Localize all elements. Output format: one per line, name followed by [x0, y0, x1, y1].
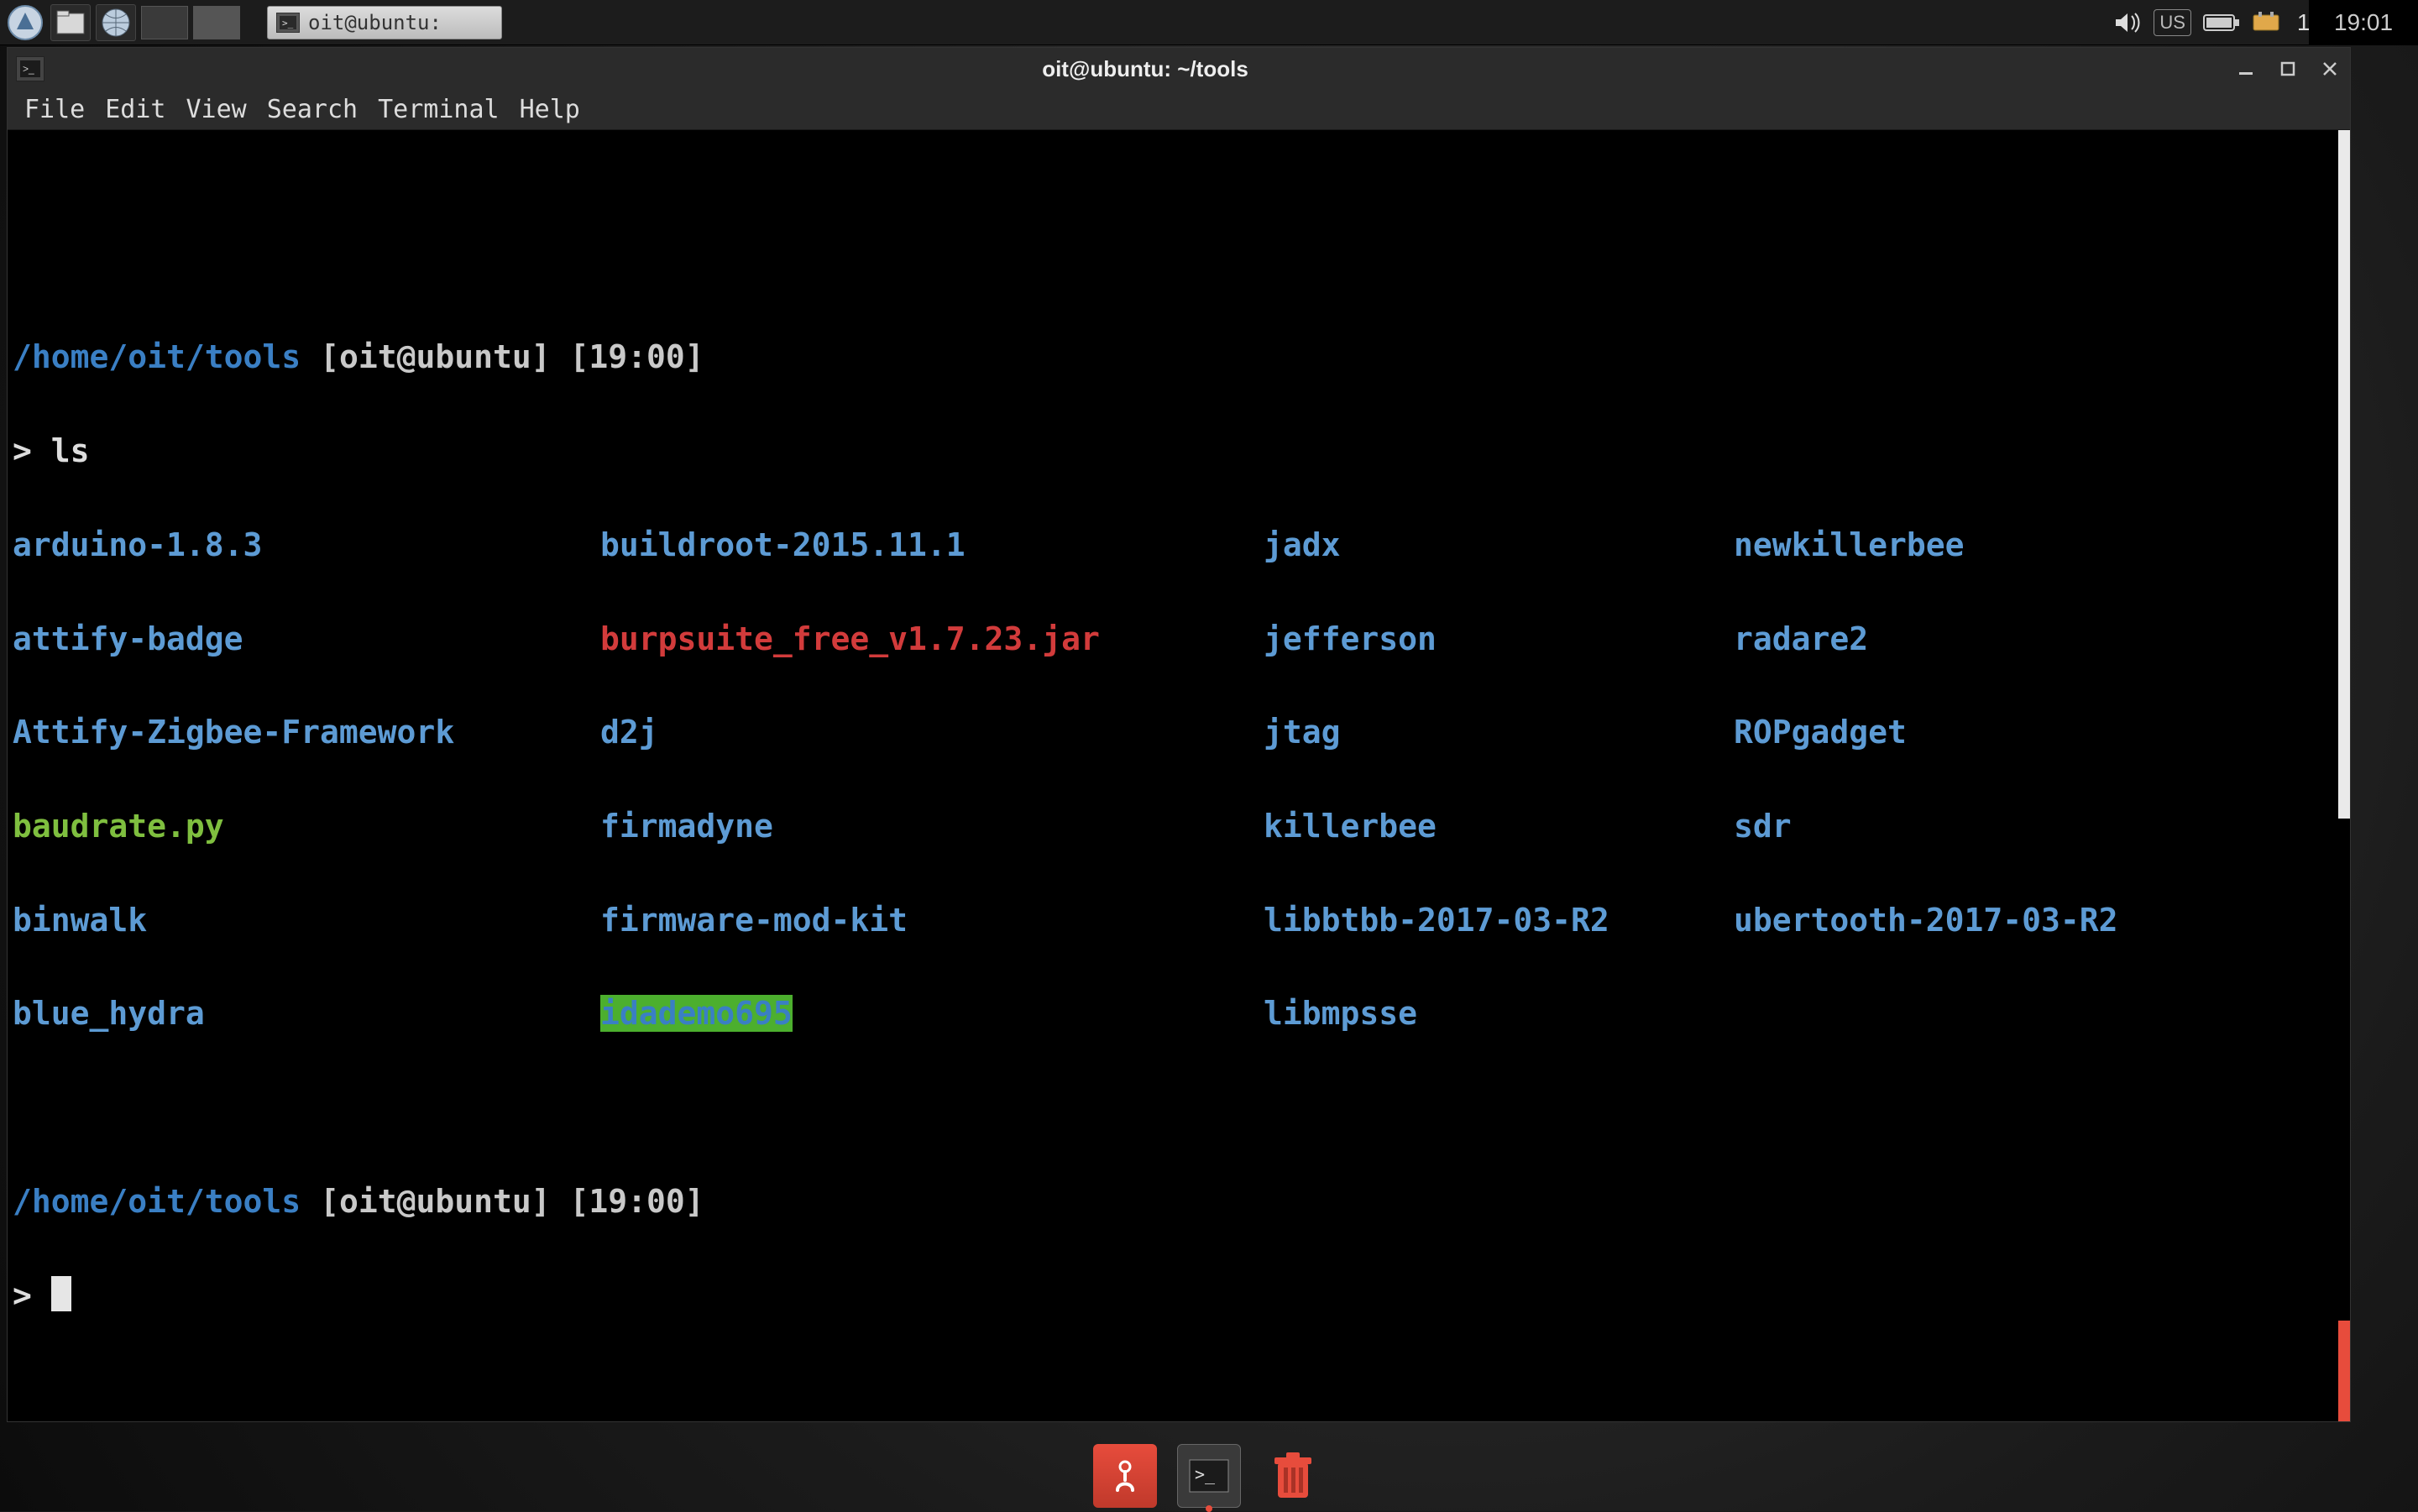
svg-text:>_: >_ [1195, 1464, 1216, 1484]
secondary-clock: 19:01 [2309, 0, 2418, 45]
taskbar-label: oit@ubuntu: [308, 11, 442, 34]
list-item: killerbee [1264, 808, 1437, 845]
list-item: buildroot-2015.11.1 [600, 526, 966, 563]
list-item: baudrate.py [13, 808, 224, 845]
prompt-time: [19:00] [570, 338, 704, 375]
prompt-host: [oit@ubuntu] [320, 1183, 551, 1220]
list-item: newkillerbee [1734, 526, 1965, 563]
prompt-path: /home/oit/tools [13, 1183, 301, 1220]
browser-icon[interactable] [96, 4, 136, 41]
list-item: jtag [1264, 714, 1341, 751]
menu-search[interactable]: Search [259, 92, 366, 128]
prompt-line-2: /home/oit/tools [oit@ubuntu] [19:00] [13, 1179, 2345, 1226]
svg-text:>_: >_ [282, 18, 294, 29]
list-item: firmware-mod-kit [600, 902, 908, 939]
menu-view[interactable]: View [178, 92, 255, 128]
prompt-time: [19:00] [570, 1183, 704, 1220]
list-item: libmpsse [1264, 995, 1417, 1032]
window-titlebar[interactable]: >_ oit@ubuntu: ~/tools [8, 48, 2350, 90]
list-item: binwalk [13, 902, 147, 939]
list-item: Attify-Zigbee-Framework [13, 714, 454, 751]
list-item: jefferson [1264, 620, 1437, 657]
volume-icon[interactable] [2113, 10, 2142, 35]
menu-help[interactable]: Help [511, 92, 589, 128]
battery-icon[interactable] [2203, 13, 2240, 33]
list-item-selected: idademo695 [600, 995, 793, 1032]
command-text: ls [51, 432, 90, 469]
list-item: burpsuite_free_v1.7.23.jar [600, 620, 1100, 657]
menu-terminal[interactable]: Terminal [369, 92, 508, 128]
workspace-2[interactable] [193, 6, 240, 39]
window-menubar: File Edit View Search Terminal Help [8, 90, 2350, 130]
taskbar-terminal-button[interactable]: >_ oit@ubuntu: [267, 6, 502, 39]
list-item: firmadyne [600, 808, 773, 845]
dock-trash[interactable] [1261, 1444, 1325, 1508]
blank-line [13, 1085, 2345, 1132]
ls-output-row-0: arduino-1.8.3 buildroot-2015.11.1 jadx newk… [13, 522, 2345, 569]
top-panel: >_ oit@ubuntu: US 19:01 [0, 0, 2418, 45]
list-item: d2j [600, 714, 658, 751]
svg-text:>_: >_ [23, 63, 34, 75]
prompt-line-1: /home/oit/tools [oit@ubuntu] [19:00] [13, 334, 2345, 381]
prompt-marker: > [13, 432, 32, 469]
prompt-path: /home/oit/tools [13, 338, 301, 375]
list-item: arduino-1.8.3 [13, 526, 262, 563]
list-item: sdr [1734, 808, 1792, 845]
scrollbar-thumb-accent[interactable] [2338, 1321, 2350, 1421]
terminal-window: >_ oit@ubuntu: ~/tools File Edit View Se… [7, 47, 2351, 1422]
minimize-button[interactable] [2234, 57, 2258, 81]
terminal-body[interactable]: /home/oit/tools [oit@ubuntu] [19:00] > l… [8, 130, 2350, 1421]
ls-output-row-4: binwalk firmware-mod-kit libbtbb-2017-03-R… [13, 897, 2345, 944]
list-item: libbtbb-2017-03-R2 [1264, 902, 1609, 939]
scrollbar-thumb[interactable] [2338, 130, 2350, 819]
prompt-host: [oit@ubuntu] [320, 338, 551, 375]
list-item: attify-badge [13, 620, 243, 657]
prompt-marker: > [13, 1277, 32, 1314]
ls-output-row-2: Attify-Zigbee-Framework d2j jtag ROPgadget [13, 709, 2345, 756]
list-item: blue_hydra [13, 995, 205, 1032]
menu-file[interactable]: File [16, 92, 93, 128]
list-item: ROPgadget [1734, 714, 1907, 751]
window-title: oit@ubuntu: ~/tools [56, 56, 2234, 82]
command-line-2: > [13, 1273, 2345, 1320]
list-item: radare2 [1734, 620, 1868, 657]
ls-output-row-5: blue_hydra idademo695 libmpsse [13, 991, 2345, 1038]
menu-edit[interactable]: Edit [97, 92, 174, 128]
maximize-button[interactable] [2276, 57, 2300, 81]
start-menu-icon[interactable] [5, 4, 45, 41]
network-icon[interactable] [2252, 10, 2280, 35]
file-manager-icon[interactable] [50, 4, 91, 41]
dock-terminal-app[interactable]: >_ [1177, 1444, 1241, 1508]
ls-output-row-1: attify-badge burpsuite_free_v1.7.23.jar je… [13, 616, 2345, 663]
dock-anchor-app[interactable] [1093, 1444, 1157, 1508]
cursor-icon [51, 1276, 71, 1311]
command-line-1: > ls [13, 428, 2345, 475]
workspace-1[interactable] [141, 6, 188, 39]
list-item: ubertooth-2017-03-R2 [1734, 902, 2118, 939]
keyboard-layout-icon[interactable]: US [2154, 9, 2191, 36]
terminal-icon: >_ [276, 13, 300, 33]
ls-output-row-3: baudrate.py firmadyne killerbee sdr [13, 803, 2345, 850]
dock: >_ [1093, 1444, 1325, 1508]
list-item: jadx [1264, 526, 1341, 563]
terminal-icon: >_ [16, 56, 44, 81]
close-button[interactable] [2318, 57, 2342, 81]
